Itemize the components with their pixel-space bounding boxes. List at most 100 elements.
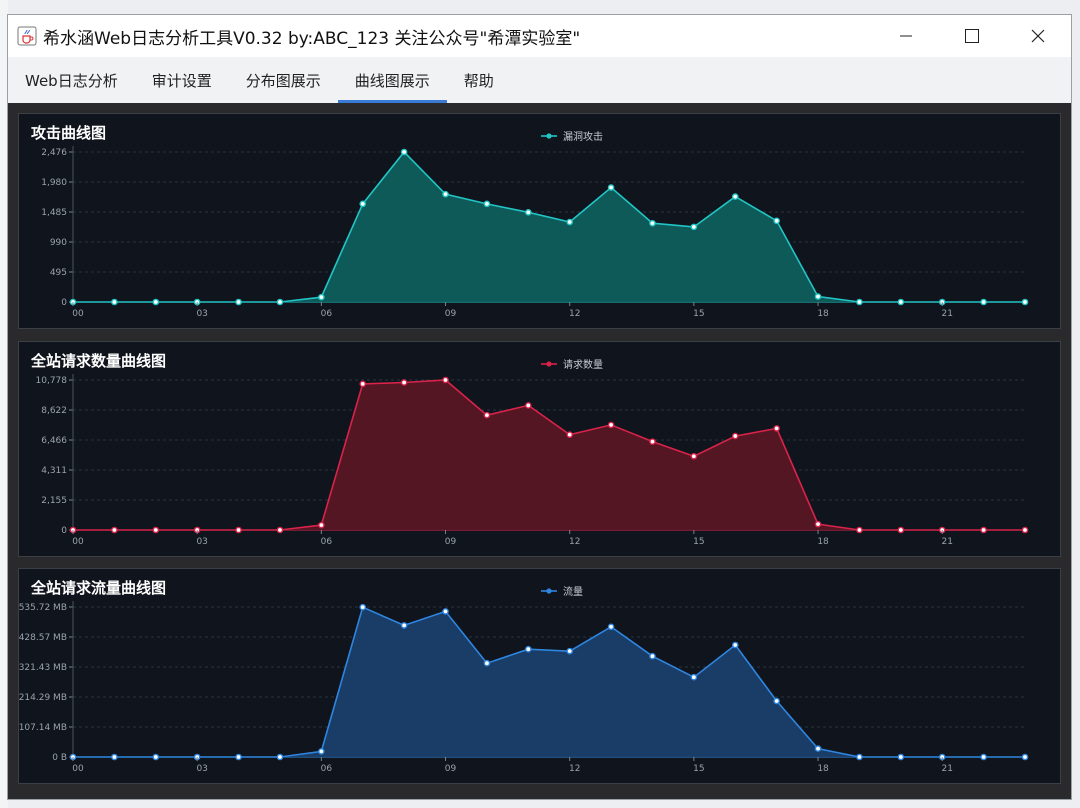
attack-chart-panel: 攻击曲线图 0 495 990 1,485 1,980 2,476 00 03 06 09 12 15…	[18, 113, 1061, 329]
data-point	[566, 218, 573, 226]
data-point	[690, 223, 698, 231]
window-title: 希水涵Web日志分析工具V0.32 by:ABC_123 关注公众号"希潭实验室…	[43, 28, 581, 49]
tab-bar: Web日志分析 审计设置 分布图展示 曲线图展示 帮助	[8, 57, 1071, 103]
data-point	[111, 526, 118, 534]
close-button[interactable]	[1005, 15, 1071, 57]
x-tick-label: 18	[817, 309, 829, 319]
x-tick-label: 09	[445, 764, 457, 774]
data-point	[442, 608, 449, 615]
legend-label: 请求数量	[563, 358, 603, 371]
data-point	[773, 217, 780, 225]
data-point	[152, 298, 160, 306]
data-point	[483, 411, 491, 419]
y-tick-label: 10,778	[36, 376, 68, 386]
app-window: 希水涵Web日志分析工具V0.32 by:ABC_123 关注公众号"希潭实验室…	[7, 14, 1072, 800]
x-tick-label: 06	[321, 764, 333, 774]
x-tick-label: 18	[817, 537, 829, 547]
y-tick-label: 1,980	[41, 178, 67, 188]
data-point	[400, 148, 408, 156]
data-point	[235, 753, 242, 761]
x-tick-label: 21	[941, 309, 952, 319]
data-point	[483, 659, 491, 667]
data-point	[276, 753, 284, 761]
maximize-button[interactable]	[939, 15, 1005, 57]
data-point	[980, 298, 987, 306]
y-tick-label: 0	[61, 526, 67, 536]
y-tick-label: 990	[50, 238, 67, 248]
data-point	[731, 432, 739, 440]
data-point	[690, 452, 698, 460]
data-point	[276, 298, 284, 306]
title-bar[interactable]: 希水涵Web日志分析工具V0.32 by:ABC_123 关注公众号"希潭实验室…	[8, 15, 1071, 57]
x-tick-label: 15	[693, 537, 704, 547]
x-tick-label: 03	[196, 309, 207, 319]
data-point	[980, 753, 987, 761]
y-tick-label: 4,311	[41, 466, 67, 476]
data-point	[318, 293, 325, 301]
data-point	[897, 298, 905, 306]
attack-chart: 0 495 990 1,485 1,980 2,476 00 03 06 09 12 15 18 21 漏洞…	[41, 130, 1029, 319]
tab-web-log-analysis[interactable]: Web日志分析	[8, 57, 135, 103]
tab-help[interactable]: 帮助	[447, 57, 511, 103]
data-point	[814, 745, 822, 752]
data-point	[318, 521, 325, 529]
data-point	[731, 193, 739, 200]
data-point	[690, 673, 698, 681]
data-point	[111, 753, 118, 761]
x-tick-label: 06	[321, 537, 333, 547]
data-point	[814, 293, 822, 300]
data-point	[649, 219, 656, 227]
data-point	[442, 190, 449, 198]
data-point	[359, 200, 367, 208]
legend-label: 漏洞攻击	[563, 130, 603, 143]
data-point	[856, 753, 863, 761]
tab-label: 审计设置	[151, 71, 212, 90]
tab-label: Web日志分析	[25, 71, 118, 90]
legend-label: 流量	[563, 585, 583, 598]
data-point	[318, 748, 325, 755]
tab-audit-settings[interactable]: 审计设置	[135, 57, 229, 103]
data-point	[359, 603, 367, 611]
x-tick-label: 09	[445, 309, 457, 319]
traffic-chart-panel: 全站请求流量曲线图 0 B 107.14 MB 214.29 MB 321.43 MB…	[18, 568, 1061, 784]
y-tick-label: 6,466	[41, 436, 67, 446]
tab-curve-charts[interactable]: 曲线图展示	[337, 57, 447, 103]
data-point	[152, 753, 160, 761]
data-point	[897, 526, 905, 534]
data-point	[525, 209, 532, 216]
series-area	[73, 152, 1025, 302]
data-point	[856, 298, 863, 306]
x-tick-label: 12	[569, 309, 580, 319]
requests-chart-panel: 全站请求数量曲线图 0 2,155 4,311 6,466 8,622 10,778 00 0…	[18, 341, 1061, 557]
data-point	[1021, 753, 1029, 761]
close-icon	[1031, 29, 1045, 43]
x-tick-label: 00	[72, 537, 84, 547]
data-point	[400, 379, 408, 386]
window-controls	[873, 15, 1071, 57]
data-point	[235, 526, 242, 534]
y-tick-label: 321.43 MB	[19, 663, 67, 673]
java-cup-icon	[17, 26, 37, 46]
data-point	[359, 380, 367, 388]
x-tick-label: 09	[445, 537, 457, 547]
data-point	[773, 697, 780, 705]
data-point	[1021, 526, 1029, 534]
data-point	[607, 623, 615, 631]
data-point	[525, 645, 532, 653]
x-tick-label: 12	[569, 537, 580, 547]
y-tick-label: 2,155	[41, 496, 67, 506]
data-point	[649, 652, 656, 660]
minimize-button[interactable]	[873, 15, 939, 57]
maximize-icon	[965, 29, 979, 43]
x-tick-label: 18	[817, 764, 829, 774]
tab-distribution-charts[interactable]: 分布图展示	[229, 57, 338, 103]
legend-marker	[546, 361, 552, 367]
y-tick-label: 535.72 MB	[19, 603, 67, 613]
data-point	[152, 526, 160, 534]
minimize-icon	[900, 35, 912, 37]
x-tick-label: 00	[72, 309, 84, 319]
x-tick-label: 21	[941, 764, 952, 774]
data-point	[566, 431, 573, 438]
x-tick-label: 06	[321, 309, 333, 319]
x-tick-label: 00	[72, 764, 84, 774]
